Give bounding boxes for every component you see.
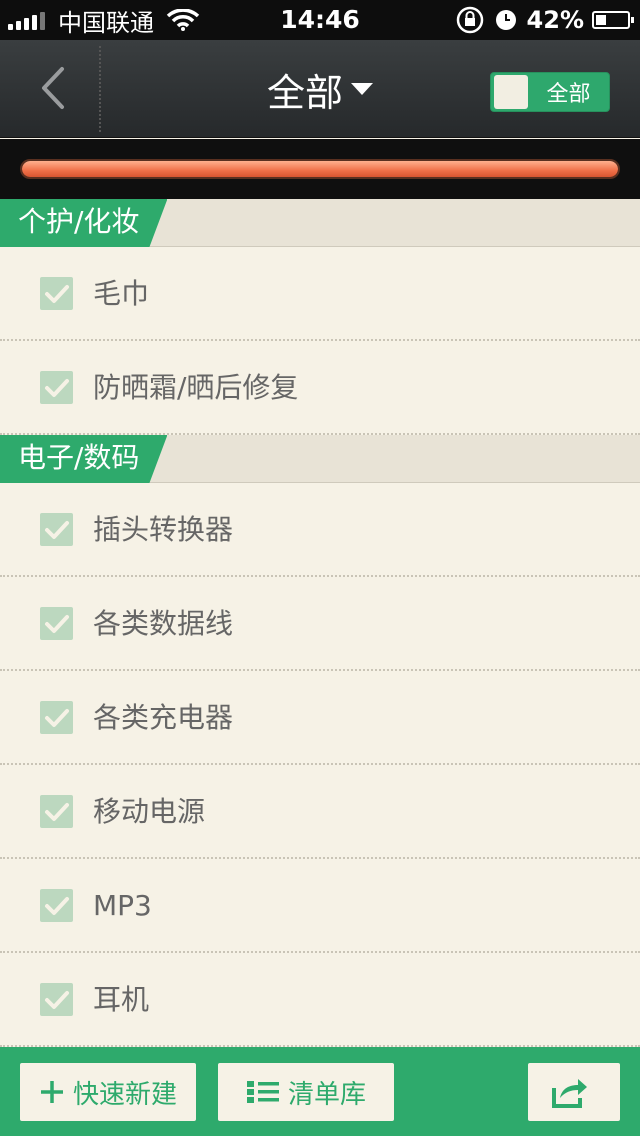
list-item[interactable]: 耳机	[0, 953, 640, 1047]
item-label: 各类数据线	[93, 607, 234, 640]
library-label: 清单库	[287, 1079, 366, 1110]
checkmark-icon	[44, 614, 69, 633]
item-label: 各类充电器	[93, 701, 234, 734]
navigation-bar: 全部 全部	[0, 40, 640, 138]
checkbox[interactable]	[40, 607, 73, 640]
caret-down-icon	[351, 83, 373, 95]
list-item[interactable]: 毛巾	[0, 247, 640, 341]
progress-fill	[22, 161, 618, 177]
progress-bar	[20, 159, 620, 179]
battery-icon	[592, 11, 634, 29]
list-item[interactable]: 各类数据线	[0, 577, 640, 671]
page-title: 全部	[266, 70, 343, 115]
filter-toggle[interactable]: 全部	[490, 72, 610, 112]
checkmark-icon	[44, 284, 69, 303]
list-item[interactable]: 防晒霜/晒后修复	[0, 341, 640, 435]
status-bar: 中国联通 14:46 42%	[0, 0, 640, 40]
section-title: 电子/数码	[0, 435, 167, 483]
toggle-label: 全部	[546, 82, 591, 107]
item-label: 毛巾	[93, 277, 150, 310]
list-icon	[246, 1081, 279, 1103]
item-label: 防晒霜/晒后修复	[93, 371, 299, 404]
checkbox[interactable]	[40, 701, 73, 734]
item-label: 插头转换器	[93, 513, 234, 546]
quick-new-button[interactable]: 快速新建	[20, 1063, 196, 1121]
section-header: 电子/数码	[0, 435, 640, 483]
item-label: 移动电源	[93, 795, 206, 828]
item-label: MP3	[93, 889, 152, 922]
alarm-icon	[495, 10, 516, 30]
section-header: 个护/化妆	[0, 199, 640, 247]
list-item[interactable]: 移动电源	[0, 765, 640, 859]
checkbox[interactable]	[40, 795, 73, 828]
plus-icon	[40, 1081, 63, 1103]
battery-percent: 42%	[526, 6, 584, 34]
quick-new-label: 快速新建	[72, 1079, 177, 1110]
checkmark-icon	[44, 802, 69, 821]
list-item[interactable]: MP3	[0, 859, 640, 953]
section-title: 个护/化妆	[0, 199, 167, 247]
checkmark-icon	[44, 990, 69, 1009]
toggle-knob	[494, 75, 528, 109]
item-label: 耳机	[93, 983, 150, 1016]
checkbox[interactable]	[40, 513, 73, 546]
checkmark-icon	[44, 520, 69, 539]
list-item[interactable]: 插头转换器	[0, 483, 640, 577]
checkmark-icon	[44, 896, 69, 915]
library-button[interactable]: 清单库	[218, 1063, 394, 1121]
checkmark-icon	[44, 708, 69, 727]
progress-area	[0, 139, 640, 199]
checkbox[interactable]	[40, 371, 73, 404]
bottom-toolbar: 快速新建 清单库	[0, 1047, 640, 1136]
checkmark-icon	[44, 378, 69, 397]
checkbox[interactable]	[40, 889, 73, 922]
rotation-lock-icon	[456, 6, 483, 34]
share-button[interactable]	[528, 1063, 620, 1121]
checklist: 个护/化妆 毛巾 防晒霜/晒后修复 电子/数码 插头转换器 各类数据线 各类充电…	[0, 199, 640, 1047]
share-icon	[552, 1079, 587, 1108]
checkbox[interactable]	[40, 277, 73, 310]
checkbox[interactable]	[40, 983, 73, 1016]
list-item[interactable]: 各类充电器	[0, 671, 640, 765]
